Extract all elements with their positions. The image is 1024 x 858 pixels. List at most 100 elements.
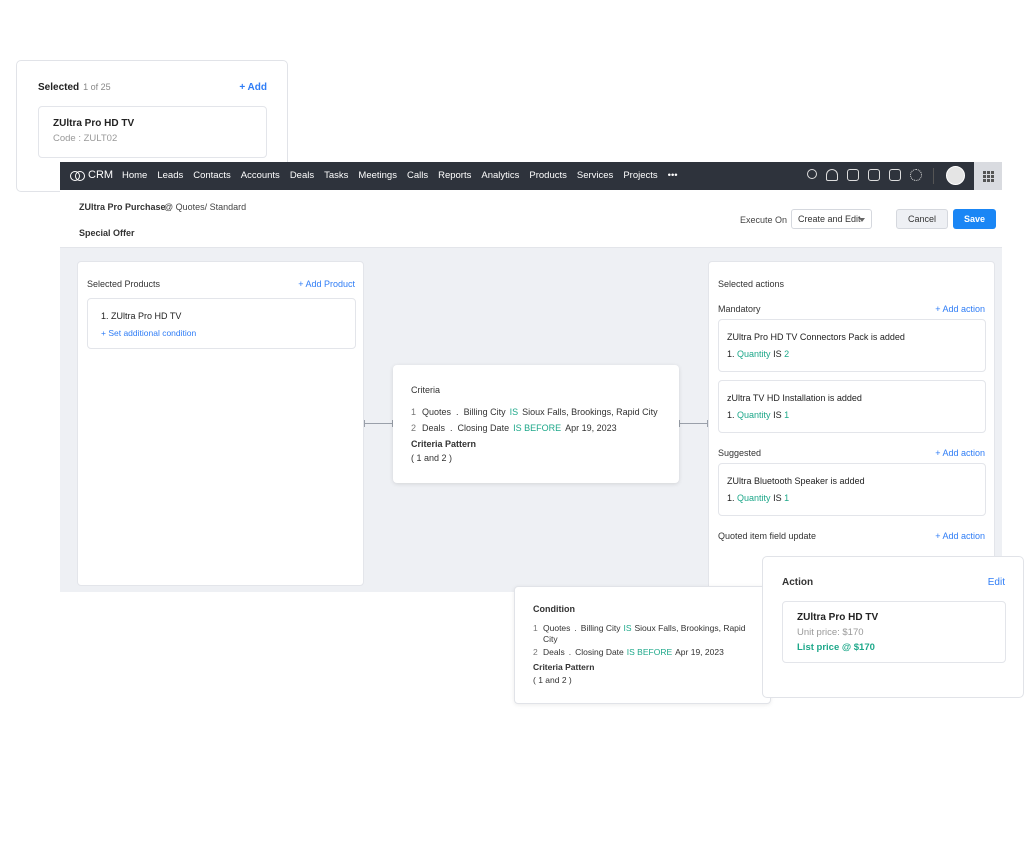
condition-card: Condition 1 Quotes. Billing City IS Sioux Fa… <box>514 586 771 704</box>
nav-item-reports[interactable]: Reports <box>438 170 471 181</box>
condition-operator: IS BEFORE <box>626 647 673 657</box>
topbar-icons <box>807 169 922 181</box>
crm-logo[interactable]: CRM <box>70 169 113 181</box>
gear-icon[interactable] <box>910 169 922 181</box>
main-nav: Home Leads Contacts Accounts Deals Tasks… <box>122 170 678 181</box>
condition-pattern-value: ( 1 and 2 ) <box>533 675 572 685</box>
selected-products-panel: Selected Products + Add Product 1. ZUltr… <box>77 261 364 586</box>
add-mandatory-action-button[interactable]: + Add action <box>935 304 985 314</box>
condition-pattern-title: Criteria Pattern <box>533 662 595 672</box>
action-value: 1 <box>784 493 790 503</box>
action-card-title: Action <box>782 577 814 588</box>
add-field-update-action-button[interactable]: + Add action <box>935 531 985 541</box>
action-item[interactable]: zUltra TV HD Installation is added 1. Qu… <box>718 380 986 433</box>
condition-operator: IS <box>623 623 632 633</box>
criteria-row: 1 Quotes. Billing City IS Sioux Falls, Brook… <box>411 407 658 417</box>
crm-logo-text: CRM <box>88 169 114 181</box>
action-prefix: 1. <box>727 349 735 359</box>
action-item[interactable]: ZUltra Bluetooth Speaker is added 1. Qua… <box>718 463 986 516</box>
nav-item-projects[interactable]: Projects <box>623 170 657 181</box>
add-button[interactable]: + Add <box>239 82 267 93</box>
nav-item-calls[interactable]: Calls <box>407 170 428 181</box>
nav-item-services[interactable]: Services <box>577 170 613 181</box>
action-title: ZUltra Bluetooth Speaker is added <box>727 476 865 486</box>
nav-item-deals[interactable]: Deals <box>290 170 314 181</box>
nav-more-icon[interactable]: ••• <box>668 170 678 181</box>
criteria-operator: IS BEFORE <box>513 423 562 433</box>
condition-value-wrap: City <box>543 634 558 644</box>
criteria-value: Sioux Falls, Brookings, Rapid City <box>522 407 658 417</box>
selected-actions-panel: Selected actions Mandatory + Add action … <box>708 261 995 592</box>
action-detail: 1. Quantity IS 1 <box>727 493 789 503</box>
criteria-field: Closing Date <box>457 423 510 433</box>
nav-item-leads[interactable]: Leads <box>157 170 183 181</box>
condition-field: Billing City <box>580 623 621 633</box>
action-field: Quantity <box>737 493 771 503</box>
execute-on-dropdown[interactable]: Create and Edit <box>791 209 872 229</box>
action-operator: IS <box>773 410 782 420</box>
top-navigation-bar: CRM Home Leads Contacts Accounts Deals T… <box>60 162 1002 190</box>
criteria-pattern-value: ( 1 and 2 ) <box>411 453 453 463</box>
condition-row: 1 Quotes. Billing City IS Sioux Falls, Brook… <box>533 623 758 645</box>
nav-item-analytics[interactable]: Analytics <box>481 170 519 181</box>
selected-count: 1 of 25 <box>83 82 111 92</box>
nav-item-home[interactable]: Home <box>122 170 147 181</box>
action-prefix: 1. <box>727 493 735 503</box>
condition-row-number: 1 <box>533 623 538 633</box>
topbar-divider <box>933 168 934 184</box>
add-note-icon[interactable] <box>847 169 859 181</box>
nav-item-tasks[interactable]: Tasks <box>324 170 348 181</box>
left-connector <box>364 420 393 427</box>
action-title: zUltra TV HD Installation is added <box>727 393 862 403</box>
rule-title: ZUltra Pro Purchase <box>79 202 166 212</box>
edit-button[interactable]: Edit <box>988 577 1005 588</box>
save-button[interactable]: Save <box>953 209 996 229</box>
add-suggested-action-button[interactable]: + Add action <box>935 448 985 458</box>
criteria-module: Quotes <box>422 407 452 417</box>
product-name: ZUltra Pro HD TV <box>53 118 135 129</box>
criteria-title: Criteria <box>411 385 441 395</box>
rule-header: ZUltra Pro Purchase @ Quotes/ Standard S… <box>60 190 1002 248</box>
search-icon[interactable] <box>807 169 817 179</box>
execute-on-label: Execute On <box>740 215 788 225</box>
breadcrumb: @ Quotes/ Standard <box>164 202 247 212</box>
action-item[interactable]: ZUltra Pro HD TV Connectors Pack is adde… <box>718 319 986 372</box>
product-item-name: 1. ZUltra Pro HD TV <box>101 311 182 321</box>
selected-header: Selected 1 of 25 <box>38 82 111 93</box>
bell-icon[interactable] <box>826 169 838 181</box>
criteria-row: 2 Deals. Closing Date IS BEFORE Apr 19, 2023 <box>411 423 617 433</box>
action-operator: IS <box>773 349 782 359</box>
action-value: 2 <box>784 349 790 359</box>
calendar-icon[interactable] <box>868 169 880 181</box>
set-additional-condition-link[interactable]: + Set additional condition <box>101 328 196 338</box>
avatar[interactable] <box>946 166 965 185</box>
nav-item-meetings[interactable]: Meetings <box>358 170 397 181</box>
product-code: Code : ZULT02 <box>53 133 118 144</box>
add-product-button[interactable]: + Add Product <box>298 279 355 289</box>
action-field: Quantity <box>737 349 771 359</box>
condition-module: Quotes <box>543 623 571 633</box>
action-value: 1 <box>784 410 790 420</box>
criteria-module: Deals <box>422 423 446 433</box>
list-price: List price @ $170 <box>797 642 875 653</box>
action-title: ZUltra Pro HD TV Connectors Pack is adde… <box>727 332 905 342</box>
action-product-item: ZUltra Pro HD TV Unit price: $170 List p… <box>782 601 1006 663</box>
cancel-button[interactable]: Cancel <box>896 209 948 229</box>
store-icon[interactable] <box>889 169 901 181</box>
crm-logo-icon <box>70 170 85 181</box>
selected-actions-title: Selected actions <box>718 279 785 289</box>
separator-dot: . <box>574 623 577 633</box>
selected-product-item[interactable]: ZUltra Pro HD TV Code : ZULT02 <box>38 106 267 158</box>
nav-item-products[interactable]: Products <box>529 170 567 181</box>
criteria-row-number: 1 <box>411 407 417 417</box>
nav-item-accounts[interactable]: Accounts <box>241 170 280 181</box>
separator-dot: . <box>568 647 572 657</box>
criteria-panel[interactable]: Criteria 1 Quotes. Billing City IS Sioux Fal… <box>393 365 679 483</box>
action-detail: 1. Quantity IS 1 <box>727 410 789 420</box>
action-field: Quantity <box>737 410 771 420</box>
nav-item-contacts[interactable]: Contacts <box>193 170 231 181</box>
product-list-item: 1. ZUltra Pro HD TV + Set additional con… <box>87 298 356 349</box>
separator-dot: . <box>456 407 459 417</box>
action-product-name: ZUltra Pro HD TV <box>797 612 879 623</box>
apps-grid-icon[interactable] <box>974 162 1002 190</box>
